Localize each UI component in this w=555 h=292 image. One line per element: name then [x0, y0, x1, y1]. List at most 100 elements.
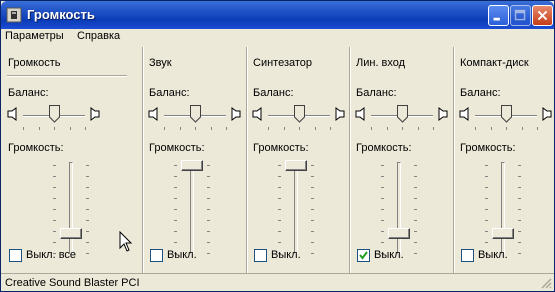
- speaker-right-icon: [231, 107, 241, 121]
- balance-slider-thumb[interactable]: [190, 105, 201, 123]
- volume-tick: [381, 198, 384, 199]
- balance-tick: [475, 127, 476, 130]
- volume-slider-thumb[interactable]: [388, 228, 410, 239]
- volume-tick: [278, 231, 281, 232]
- volume-tick: [381, 220, 384, 221]
- balance-tick: [210, 127, 212, 130]
- volume-tick: [311, 220, 314, 221]
- balance-tick: [330, 127, 331, 130]
- volume-tick: [86, 176, 89, 177]
- mute-checkbox[interactable]: [357, 249, 370, 262]
- volume-tick: [86, 209, 89, 210]
- volume-tick: [485, 231, 488, 232]
- balance-label: Баланс:: [8, 87, 49, 99]
- volume-tick: [174, 209, 177, 210]
- volume-tick: [518, 198, 521, 199]
- volume-tick: [485, 209, 488, 210]
- volume-tick: [518, 165, 521, 166]
- close-button[interactable]: [532, 5, 553, 26]
- volume-tick: [86, 242, 89, 243]
- volume-tick: [311, 198, 314, 199]
- volume-tick: [207, 220, 210, 221]
- mute-checkbox-label: Выкл.: [271, 249, 301, 261]
- volume-tick: [414, 165, 417, 166]
- volume-slider-track[interactable]: [69, 162, 73, 254]
- volume-tick: [381, 209, 384, 210]
- maximize-icon: [514, 9, 526, 21]
- volume-slider-thumb[interactable]: [492, 228, 514, 239]
- volume-slider-thumb[interactable]: [181, 160, 203, 171]
- volume-slider-track[interactable]: [501, 162, 505, 254]
- balance-tick: [506, 127, 507, 130]
- volume-tick: [518, 176, 521, 177]
- volume-tick: [485, 165, 488, 166]
- minimize-button[interactable]: [488, 5, 509, 26]
- mute-checkbox[interactable]: [254, 249, 267, 262]
- volume-tick: [381, 242, 384, 243]
- mouse-cursor-icon: [119, 231, 133, 252]
- volume-tick: [485, 187, 488, 188]
- balance-tick: [299, 127, 300, 130]
- balance-tick: [164, 127, 165, 130]
- speaker-right-icon: [90, 107, 100, 121]
- column-title: Громкость: [8, 57, 61, 69]
- volume-slider-thumb[interactable]: [60, 228, 82, 239]
- speaker-right-icon: [335, 107, 345, 121]
- close-icon: [537, 10, 548, 21]
- balance-slider-thumb[interactable]: [397, 105, 408, 123]
- volume-tick: [485, 220, 488, 221]
- volume-tick: [518, 231, 521, 232]
- volume-tick: [311, 165, 314, 166]
- mixer-panel: Громкость Баланс: Громкость: Выкл. все Звук Б…: [1, 47, 554, 273]
- resize-grip-icon[interactable]: [540, 277, 552, 289]
- volume-tick: [414, 198, 417, 199]
- balance-tick: [179, 127, 181, 130]
- volume-tick: [207, 253, 210, 254]
- column-title: Компакт-диск: [460, 57, 529, 69]
- balance-tick: [417, 127, 419, 130]
- volume-tick: [414, 253, 417, 254]
- mute-checkbox[interactable]: [9, 249, 22, 262]
- volume-label: Громкость:: [8, 142, 64, 154]
- volume-control-window: Громкость Параметры Справка Громкость Бал…: [0, 0, 555, 292]
- volume-tick: [278, 187, 281, 188]
- volume-tick: [381, 176, 384, 177]
- volume-tick: [414, 209, 417, 210]
- title-bar[interactable]: Громкость: [1, 1, 554, 29]
- volume-tick: [174, 187, 177, 188]
- volume-tick: [174, 176, 177, 177]
- volume-tick: [381, 165, 384, 166]
- volume-tick: [518, 220, 521, 221]
- volume-slider-thumb[interactable]: [285, 160, 307, 171]
- volume-tick: [381, 187, 384, 188]
- volume-slider-track[interactable]: [397, 162, 401, 254]
- mute-checkbox[interactable]: [461, 249, 474, 262]
- menu-parameters[interactable]: Параметры: [5, 30, 64, 42]
- column-title: Лин. вход: [356, 57, 406, 69]
- balance-tick: [38, 127, 40, 130]
- minimize-icon: [493, 17, 500, 21]
- column-divider: [246, 47, 248, 273]
- volume-tick: [518, 209, 521, 210]
- volume-slider-track[interactable]: [294, 162, 298, 254]
- mute-checkbox[interactable]: [150, 249, 163, 262]
- balance-slider-thumb[interactable]: [501, 105, 512, 123]
- volume-slider-track[interactable]: [190, 162, 194, 254]
- column-title: Звук: [149, 57, 172, 69]
- volume-tick: [518, 187, 521, 188]
- balance-slider-thumb[interactable]: [294, 105, 305, 123]
- volume-tick: [86, 165, 89, 166]
- mixer-column: Компакт-диск Баланс: Громкость: Выкл.: [453, 47, 554, 273]
- volume-label: Громкость:: [253, 142, 309, 154]
- balance-tick: [314, 127, 316, 130]
- volume-tick: [311, 209, 314, 210]
- maximize-button[interactable]: [510, 5, 531, 26]
- volume-label: Громкость:: [149, 142, 205, 154]
- volume-tick: [53, 198, 56, 199]
- menu-help[interactable]: Справка: [77, 30, 120, 42]
- volume-tick: [53, 187, 56, 188]
- balance-tick: [54, 127, 55, 130]
- balance-tick: [386, 127, 388, 130]
- balance-slider-thumb[interactable]: [49, 105, 60, 123]
- volume-tick: [311, 242, 314, 243]
